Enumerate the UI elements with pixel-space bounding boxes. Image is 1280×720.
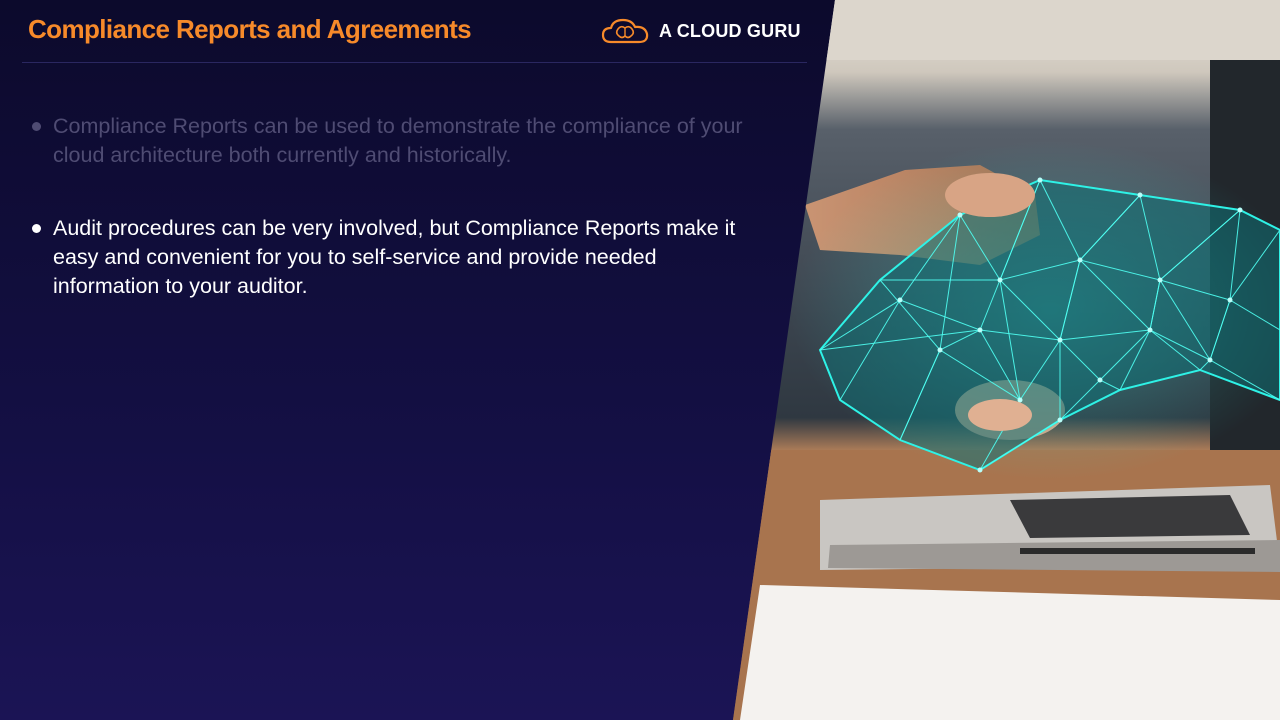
slide: Compliance Reports and Agreements A CLOU… bbox=[0, 0, 1280, 720]
cloud-brain-icon bbox=[601, 18, 649, 44]
handshake-illustration bbox=[733, 0, 1280, 720]
bullet-item-dimmed: Compliance Reports can be used to demons… bbox=[32, 112, 762, 170]
header-divider bbox=[22, 62, 807, 63]
brand-logo: A CLOUD GURU bbox=[601, 14, 801, 48]
bullet-dot-icon bbox=[32, 122, 41, 131]
bullet-text: Audit procedures can be very involved, b… bbox=[53, 216, 736, 298]
bullet-item-active: Audit procedures can be very involved, b… bbox=[32, 214, 762, 301]
logo-text: A CLOUD GURU bbox=[659, 20, 801, 41]
handshake-photo bbox=[733, 0, 1280, 720]
bullet-text: Compliance Reports can be used to demons… bbox=[53, 114, 743, 167]
bullet-dot-icon bbox=[32, 224, 41, 233]
slide-title: Compliance Reports and Agreements bbox=[28, 14, 472, 44]
